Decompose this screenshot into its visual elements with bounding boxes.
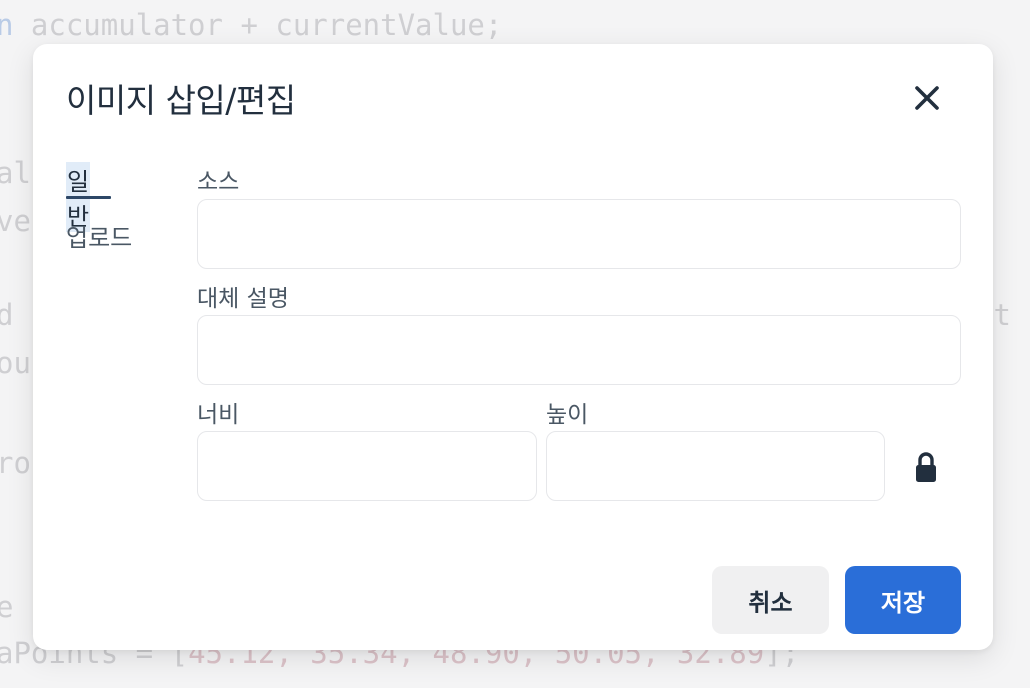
tab-upload[interactable]: 업로드 bbox=[66, 218, 156, 253]
code-line-4: d bbox=[0, 298, 14, 332]
code-token: currentValue bbox=[275, 8, 485, 42]
alt-text-label: 대체 설명 bbox=[197, 286, 289, 312]
code-line-7: e bbox=[0, 590, 14, 624]
lock-icon bbox=[916, 452, 936, 482]
cancel-button[interactable]: 취소 bbox=[712, 566, 829, 634]
code-token: n bbox=[0, 8, 14, 42]
code-line-1: n accumulator + currentValue; bbox=[0, 8, 502, 42]
source-label: 소스 bbox=[197, 169, 240, 195]
height-label: 높이 bbox=[546, 402, 589, 428]
code-token: accumulator bbox=[30, 8, 223, 42]
code-token: + bbox=[222, 8, 276, 42]
code-line-6: ro bbox=[0, 446, 31, 480]
close-button[interactable] bbox=[905, 76, 949, 120]
save-button[interactable]: 저장 bbox=[845, 566, 961, 634]
code-line-3: ve bbox=[0, 204, 31, 238]
active-tab-indicator bbox=[66, 196, 111, 199]
code-line-2: al bbox=[0, 156, 31, 190]
image-dialog: 이미지 삽입/편집 일반 업로드 소스 대체 설명 너비 높이 취소 저장 bbox=[33, 44, 993, 650]
dialog-title: 이미지 삽입/편집 bbox=[66, 81, 296, 120]
width-input[interactable] bbox=[197, 431, 537, 501]
alt-text-input[interactable] bbox=[197, 315, 961, 385]
close-icon bbox=[915, 86, 939, 110]
height-input[interactable] bbox=[546, 431, 885, 501]
code-token: ; bbox=[484, 8, 503, 42]
source-input[interactable] bbox=[197, 199, 961, 269]
width-label: 너비 bbox=[197, 402, 240, 428]
code-line-5: ou bbox=[0, 346, 31, 380]
constrain-proportions-toggle[interactable] bbox=[913, 450, 939, 486]
